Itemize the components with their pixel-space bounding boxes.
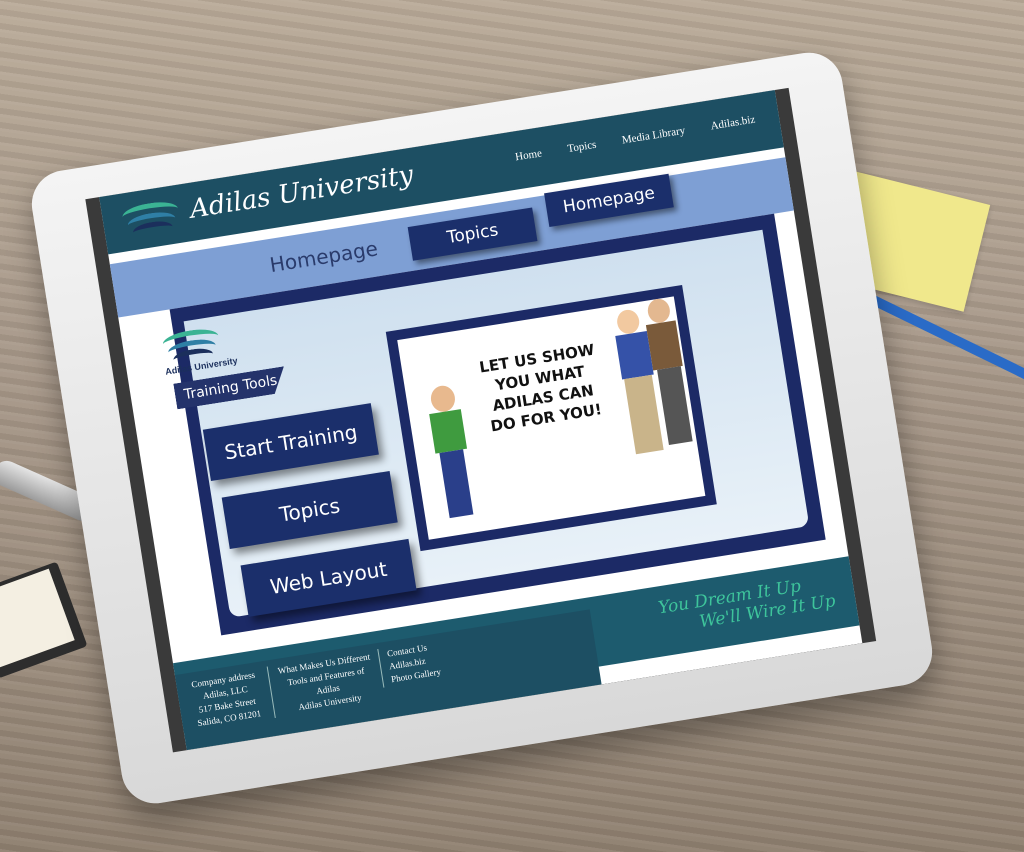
adilas-logo-icon xyxy=(118,192,185,241)
footer-company-address: Company address Adilas, LLC 517 Bake Str… xyxy=(190,669,262,729)
brand-title: Adilas University xyxy=(187,159,416,225)
top-nav: Home Topics Media Library Adilas.biz xyxy=(514,114,756,164)
footer-links-middle: What Makes Us Different Tools and Featur… xyxy=(266,649,381,718)
tablet-screen: Adilas University Home Topics Media Libr… xyxy=(85,87,877,753)
promo-text: LET US SHOW YOU WHAT ADILAS CAN DO FOR Y… xyxy=(478,340,604,436)
promo-banner[interactable]: LET US SHOW YOU WHAT ADILAS CAN DO FOR Y… xyxy=(385,284,717,552)
cartoon-man-left xyxy=(421,383,482,528)
nav-adilas-biz[interactable]: Adilas.biz xyxy=(710,114,756,133)
nav-home[interactable]: Home xyxy=(514,147,542,163)
website: Adilas University Home Topics Media Libr… xyxy=(99,90,863,751)
nav-topics[interactable]: Topics xyxy=(567,139,598,155)
nav-media-library[interactable]: Media Library xyxy=(621,125,686,147)
footer-links-right: Contact Us Adilas.biz Photo Gallery xyxy=(377,636,462,688)
page-title: Homepage xyxy=(268,236,380,278)
tablet-device: Adilas University Home Topics Media Libr… xyxy=(26,47,938,809)
promo-inner: LET US SHOW YOU WHAT ADILAS CAN DO FOR Y… xyxy=(397,296,706,540)
